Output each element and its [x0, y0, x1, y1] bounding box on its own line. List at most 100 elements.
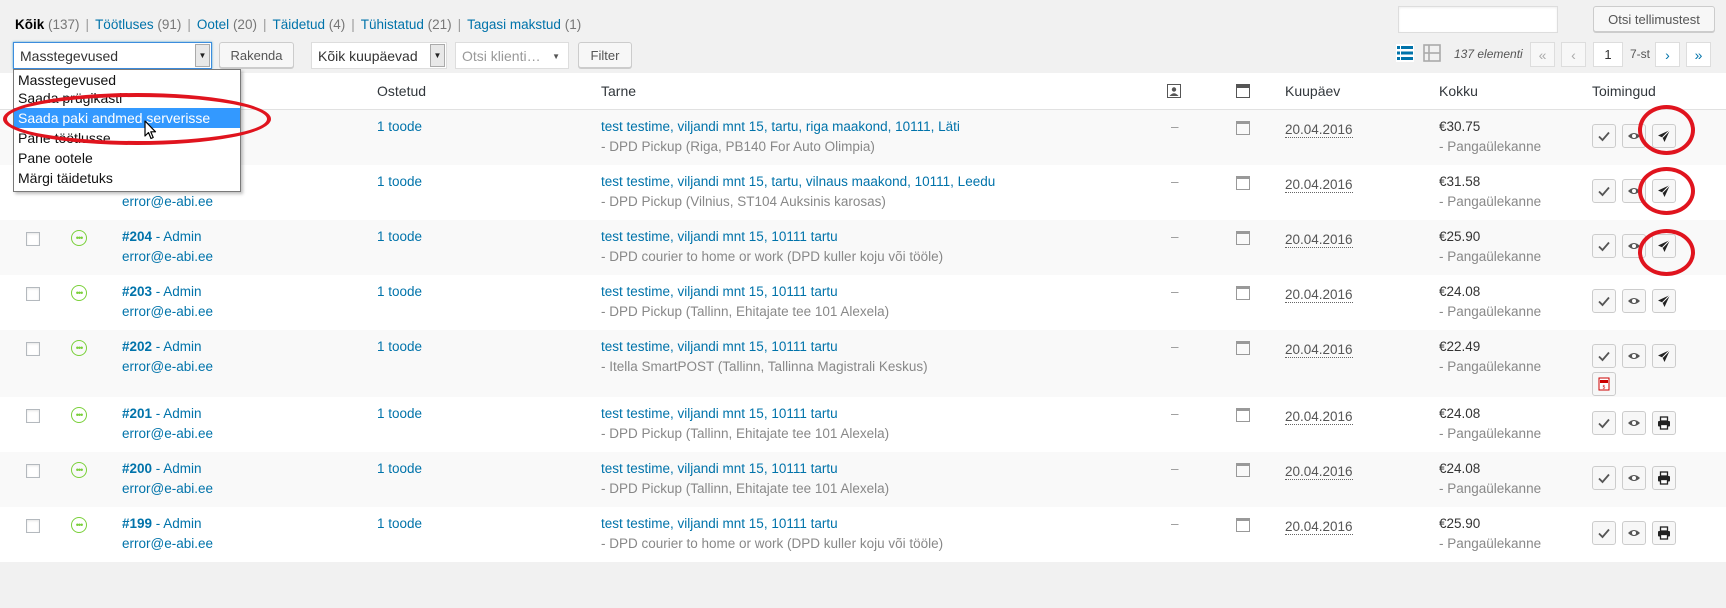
last-page-button[interactable]: »	[1686, 42, 1711, 67]
mark-complete-button[interactable]	[1592, 411, 1616, 435]
search-orders-button[interactable]: Otsi tellimustest	[1593, 6, 1715, 32]
column-date[interactable]: Kuupäev	[1285, 83, 1340, 99]
excerpt-view-icon[interactable]	[1423, 44, 1441, 62]
order-notes-icon	[1236, 286, 1250, 300]
filter-separator: |	[187, 17, 191, 32]
order-date-value: 20.04.2016	[1285, 464, 1353, 480]
status-filter-link[interactable]: Täidetud (4)	[272, 17, 345, 32]
shipping-address-link[interactable]: test testime, viljandi mnt 15, 10111 tar…	[601, 458, 838, 480]
shipping-address-link[interactable]: test testime, viljandi mnt 15, 10111 tar…	[601, 226, 838, 248]
status-filter-count: (137)	[48, 17, 80, 32]
view-order-button[interactable]	[1622, 521, 1646, 545]
send-parcel-data-button[interactable]	[1652, 344, 1676, 368]
row-checkbox[interactable]	[26, 409, 40, 423]
items-count-link[interactable]: 1 toode	[377, 116, 422, 138]
bulk-action-option[interactable]: Pane ootele	[14, 148, 240, 168]
row-checkbox[interactable]	[26, 464, 40, 478]
print-label-button[interactable]	[1652, 466, 1676, 490]
send-parcel-data-button[interactable]	[1652, 289, 1676, 313]
chevron-down-icon[interactable]: ▼	[430, 44, 445, 67]
order-search-input[interactable]	[1398, 6, 1558, 33]
row-checkbox[interactable]	[26, 342, 40, 356]
customer-search-placeholder: Otsi klienti…	[462, 47, 541, 64]
pdf-invoice-button[interactable]: $	[1592, 372, 1616, 396]
view-order-button[interactable]	[1622, 289, 1646, 313]
mark-complete-button[interactable]	[1592, 179, 1616, 203]
bulk-action-option[interactable]: Masstegevused	[14, 70, 240, 88]
order-link[interactable]: #202 - Admin	[122, 336, 202, 358]
customer-email-link[interactable]: error@e-abi.ee	[122, 478, 213, 500]
order-date-value: 20.04.2016	[1285, 232, 1353, 248]
items-count-link[interactable]: 1 toode	[377, 336, 422, 358]
column-ship-to[interactable]: Tarne	[601, 83, 636, 99]
view-order-button[interactable]	[1622, 466, 1646, 490]
customer-email-link[interactable]: error@e-abi.ee	[122, 423, 213, 445]
apply-button[interactable]: Rakenda	[219, 42, 294, 68]
order-link[interactable]: #201 - Admin	[122, 403, 202, 425]
order-customer: - Admin	[152, 284, 202, 299]
caret-down-icon: ▼	[552, 52, 560, 61]
column-total[interactable]: Kokku	[1439, 83, 1478, 99]
customer-message-value: –	[1171, 406, 1179, 421]
shipping-method: - DPD Pickup (Tallinn, Ehitajate tee 101…	[601, 481, 890, 496]
list-view-icon[interactable]	[1396, 44, 1414, 62]
items-count-link[interactable]: 1 toode	[377, 403, 422, 425]
order-link[interactable]: #204 - Admin	[122, 226, 202, 248]
items-count-link[interactable]: 1 toode	[377, 226, 422, 248]
bulk-actions-select[interactable]: Masstegevused ▼	[13, 42, 212, 69]
checkmark-icon	[1597, 526, 1611, 540]
shipping-address-link[interactable]: test testime, viljandi mnt 15, 10111 tar…	[601, 281, 838, 303]
customer-email-link[interactable]: error@e-abi.ee	[122, 246, 213, 268]
row-checkbox[interactable]	[26, 519, 40, 533]
view-order-button[interactable]	[1622, 344, 1646, 368]
shipping-method: - DPD courier to home or work (DPD kulle…	[601, 536, 944, 551]
status-filter-label: Ootel	[196, 17, 230, 32]
mark-complete-button[interactable]	[1592, 466, 1616, 490]
shipping-address-link[interactable]: test testime, viljandi mnt 15, 10111 tar…	[601, 336, 838, 358]
status-filter-link[interactable]: Tagasi makstud (1)	[467, 17, 581, 32]
print-label-button[interactable]	[1652, 521, 1676, 545]
current-page-input[interactable]: 1	[1593, 42, 1623, 67]
status-filter-link[interactable]: Töötluses (91)	[95, 17, 181, 32]
mark-complete-button[interactable]	[1592, 521, 1616, 545]
payment-method: - Pangaülekanne	[1439, 304, 1542, 319]
items-count-link[interactable]: 1 toode	[377, 171, 422, 193]
bulk-action-option[interactable]: Märgi täidetuks	[14, 168, 240, 188]
row-checkbox[interactable]	[26, 232, 40, 246]
next-page-button[interactable]: ›	[1655, 42, 1680, 67]
customer-email-link[interactable]: error@e-abi.ee	[122, 191, 213, 213]
print-label-button[interactable]	[1652, 411, 1676, 435]
shipping-address-link[interactable]: test testime, viljandi mnt 15, 10111 tar…	[601, 403, 838, 425]
shipping-address-link[interactable]: test testime, viljandi mnt 15, tartu, vi…	[601, 171, 995, 193]
customer-email-link[interactable]: error@e-abi.ee	[122, 533, 213, 555]
mark-complete-button[interactable]	[1592, 344, 1616, 368]
items-count-link[interactable]: 1 toode	[377, 458, 422, 480]
mark-complete-button[interactable]	[1592, 289, 1616, 313]
column-bought[interactable]: Ostetud	[377, 83, 426, 99]
filter-button[interactable]: Filter	[578, 42, 632, 68]
customer-email-link[interactable]: error@e-abi.ee	[122, 356, 213, 378]
status-filter-link[interactable]: Ootel (20)	[197, 17, 257, 32]
date-filter-select[interactable]: Kõik kuupäevad ▼	[311, 42, 447, 69]
prev-page-button[interactable]: ‹	[1561, 42, 1586, 67]
row-checkbox[interactable]	[26, 287, 40, 301]
order-link[interactable]: #199 - Admin	[122, 513, 202, 535]
chevron-down-icon[interactable]: ▼	[195, 44, 210, 67]
mark-complete-button[interactable]	[1592, 124, 1616, 148]
customer-email-link[interactable]: error@e-abi.ee	[122, 301, 213, 323]
status-filter-link[interactable]: Tühistatud (21)	[361, 17, 452, 32]
customer-search-select[interactable]: Otsi klienti… ▼	[455, 42, 569, 69]
view-order-button[interactable]	[1622, 411, 1646, 435]
order-link[interactable]: #203 - Admin	[122, 281, 202, 303]
order-date-value: 20.04.2016	[1285, 409, 1353, 425]
status-filter-link[interactable]: Kõik (137)	[15, 17, 80, 32]
order-total: €31.58	[1439, 174, 1481, 189]
items-count-link[interactable]: 1 toode	[377, 281, 422, 303]
first-page-button[interactable]: «	[1530, 42, 1555, 67]
order-link[interactable]: #200 - Admin	[122, 458, 202, 480]
shipping-address-link[interactable]: test testime, viljandi mnt 15, 10111 tar…	[601, 513, 838, 535]
items-count-link[interactable]: 1 toode	[377, 513, 422, 535]
paper-plane-icon	[1657, 294, 1671, 308]
mark-complete-button[interactable]	[1592, 234, 1616, 258]
shipping-address-link[interactable]: test testime, viljandi mnt 15, tartu, ri…	[601, 116, 960, 138]
